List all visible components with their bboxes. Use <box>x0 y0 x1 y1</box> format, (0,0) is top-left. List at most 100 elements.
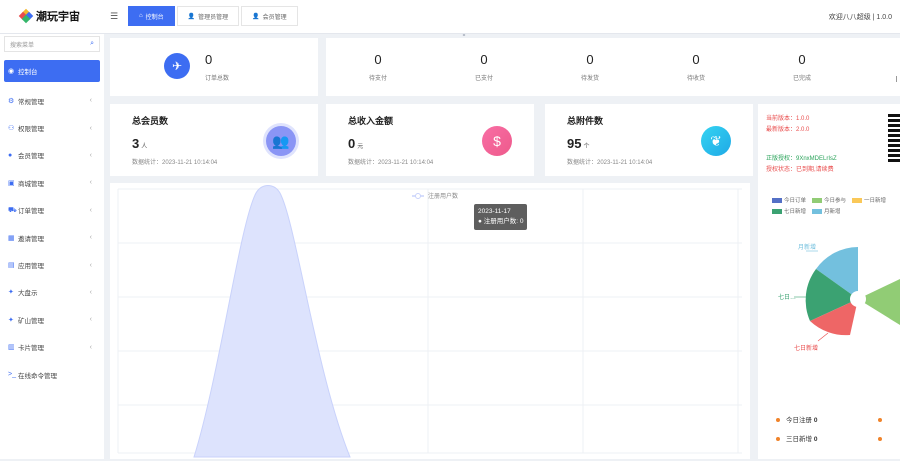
legend-item[interactable]: 七日新增 <box>772 207 806 215</box>
card-title: 总附件数 <box>567 116 604 126</box>
sidebar-item-dashboard[interactable]: ◉ 控制台 <box>4 60 100 82</box>
paper-plane-icon: ✈ <box>164 53 190 79</box>
legend-item[interactable]: 月新增 <box>812 207 841 215</box>
legend-item[interactable]: 一日新增 <box>852 196 886 204</box>
grid-icon: ✦ <box>8 316 14 324</box>
tab-members[interactable]: 👤 会员管理 <box>241 6 298 26</box>
pie-label-seven: 七日… <box>778 293 796 301</box>
chevron-left-icon: ‹ <box>89 97 92 105</box>
bullet-icon <box>878 418 882 422</box>
sidebar-nav: ◉ 控制台 ⚙ 常规管理 ‹ ⚇ 权限管理 ‹ ● 会员管理 ‹ ▣ 商城管理 ‹ ⛟ 订单管理 ‹ … <box>0 60 104 388</box>
pie-center <box>850 291 866 307</box>
card-date: 数据统计：2023-11-21 10:14:04 <box>567 160 653 166</box>
grid-icon: ✦ <box>8 289 14 297</box>
pie-chart: 月新增 七日… 七日新增 <box>778 243 900 352</box>
sidebar-item-cards[interactable]: ▥ 卡片管理 ‹ <box>0 334 104 361</box>
app-logo[interactable]: 潮玩宇宙 <box>18 8 80 24</box>
menu-toggle-icon[interactable]: ☰ <box>110 11 118 22</box>
card-title: 总收入金额 <box>348 116 394 126</box>
card-title: 总会员数 <box>132 116 169 126</box>
card-date: 数据统计：2023-11-21 10:14:04 <box>348 160 434 166</box>
sidebar-item-orders[interactable]: ⛟ 订单管理 ‹ <box>0 197 104 224</box>
registration-chart: 注册用户数 <box>110 183 750 459</box>
chevron-left-icon: ‹ <box>89 151 92 159</box>
sidebar-item-general[interactable]: ⚙ 常规管理 ‹ <box>0 87 104 114</box>
dashboard-icon: ◉ <box>8 68 15 75</box>
latest-version: 最新版本：2.0.0 <box>766 127 810 134</box>
right-info-panel: 当前版本：1.0.0 最新版本：2.0.0 正版授权：9XnxMDELrIsZ … <box>758 104 900 459</box>
quick-stats: 今日注册 0 三日新增 0 <box>776 412 817 450</box>
chevron-left-icon: ‹ <box>89 234 92 242</box>
stat-cutoff-1 <box>878 417 888 424</box>
chevron-left-icon: ‹ <box>89 261 92 269</box>
attachments-total-card: 总附件数 95 个 数据统计：2023-11-21 10:14:04 ❦ <box>545 104 753 176</box>
terminal-icon: >_ <box>8 371 16 379</box>
sidebar-item-commands[interactable]: >_ 在线命令管理 <box>0 361 104 388</box>
sidebar-item-permissions[interactable]: ⚇ 权限管理 ‹ <box>0 114 104 141</box>
search-icon[interactable]: ⌕ <box>90 40 94 48</box>
search-input[interactable]: 搜索菜单 <box>10 40 34 49</box>
card-value: 0元 <box>348 136 364 151</box>
stat-today-register: 今日注册 0 <box>776 412 817 431</box>
chevron-left-icon: ‹ <box>89 206 92 214</box>
card-icon: ▥ <box>8 344 15 352</box>
logo-icon <box>18 8 34 24</box>
user-info[interactable]: 欢迎八八超级 | 1.0.0 <box>829 12 892 22</box>
status-pending-ship: 0 待发货 <box>580 52 599 82</box>
orders-card: ✈ 0 订单总数 <box>110 38 318 96</box>
current-version: 当前版本：1.0.0 <box>766 116 810 122</box>
chevron-left-icon: ‹ <box>89 316 92 324</box>
card-date: 数据统计：2023-11-21 10:14:04 <box>132 160 218 166</box>
version-info: 当前版本：1.0.0 最新版本：2.0.0 <box>766 114 809 137</box>
pie-label-seven-new: 七日新增 <box>794 344 818 352</box>
status-pending-receive: 0 待收货 <box>686 52 705 82</box>
user-icon: 👤 <box>187 13 196 20</box>
top-bar: 潮玩宇宙 ☰ ⌂ 控制台 👤 管理员管理 👤 会员管理 欢迎八八超级 | 1.0.0 <box>0 0 900 34</box>
tab-admin[interactable]: 👤 管理员管理 <box>176 6 240 26</box>
bullet-icon <box>776 436 780 441</box>
users-icon: 👥 <box>266 126 296 156</box>
app-icon: ▤ <box>8 262 15 270</box>
chevron-left-icon: ‹ <box>89 179 92 187</box>
menu-search[interactable]: 搜索菜单 ⌕ <box>4 36 100 52</box>
order-icon: ⛟ <box>8 206 17 214</box>
tab-dashboard[interactable]: ⌂ 控制台 <box>128 6 175 26</box>
chart-icon: ▦ <box>8 234 15 242</box>
stat-three-day: 三日新增 0 <box>776 431 817 450</box>
chevron-left-icon: ‹ <box>89 124 92 132</box>
card-value: 95 个 <box>567 136 590 151</box>
legend-item[interactable]: 今日参与 <box>812 196 846 204</box>
bullet-icon <box>776 418 780 422</box>
legend-item[interactable]: 今日订单 <box>772 196 806 204</box>
sidebar-item-invites[interactable]: ▦ 邀请管理 ‹ <box>0 224 104 251</box>
sidebar: 搜索菜单 ⌕ ◉ 控制台 ⚙ 常规管理 ‹ ⚇ 权限管理 ‹ ● 会员管理 ‹ ▣ 商城管理 ‹ … <box>0 34 104 459</box>
sidebar-item-shop[interactable]: ▣ 商城管理 ‹ <box>0 169 104 196</box>
sidebar-item-mine[interactable]: ✦ 矿山管理 ‹ <box>0 306 104 333</box>
leaf-icon: ❦ <box>701 126 731 156</box>
chart-tooltip: 2023-11-17 ● 注册用户数: 0 <box>474 204 528 230</box>
user-icon: 👤 <box>252 13 260 20</box>
users-icon: ⚇ <box>8 125 15 133</box>
cut-off-label <box>896 76 900 82</box>
pie-legend: 今日订单 今日参与 一日新增 七日新增 月新增 <box>772 196 900 215</box>
stat-cutoff-2 <box>878 436 888 443</box>
bullet-icon <box>878 437 882 441</box>
legend-series-label: 注册用户数 <box>428 192 458 200</box>
chevron-left-icon: ‹ <box>89 343 92 351</box>
user-icon: ● <box>8 151 13 159</box>
status-paid: 0 已支付 <box>474 52 493 82</box>
qr-code-icon <box>888 114 900 162</box>
chart-legend[interactable]: 注册用户数 <box>412 192 458 200</box>
gear-icon: ⚙ <box>8 97 15 105</box>
home-icon: ⌂ <box>139 13 143 19</box>
series-area <box>193 185 351 458</box>
chart-svg: 注册用户数 <box>117 185 742 458</box>
orders-count: 0 <box>205 52 213 67</box>
status-pending-pay: 0 待支付 <box>368 52 387 82</box>
license-status: 授权状态：已到期,请续费 <box>766 167 834 174</box>
sidebar-item-market[interactable]: ✦ 大盘示 ‹ <box>0 279 104 306</box>
sidebar-item-members[interactable]: ● 会员管理 ‹ <box>0 142 104 169</box>
income-total-card: 总收入金额 0元 数据统计：2023-11-21 10:14:04 $ <box>326 104 534 176</box>
sidebar-item-apps[interactable]: ▤ 应用管理 ‹ <box>0 251 104 278</box>
members-total-card: 总会员数 3人 数据统计：2023-11-21 10:14:04 👥 <box>110 104 318 176</box>
